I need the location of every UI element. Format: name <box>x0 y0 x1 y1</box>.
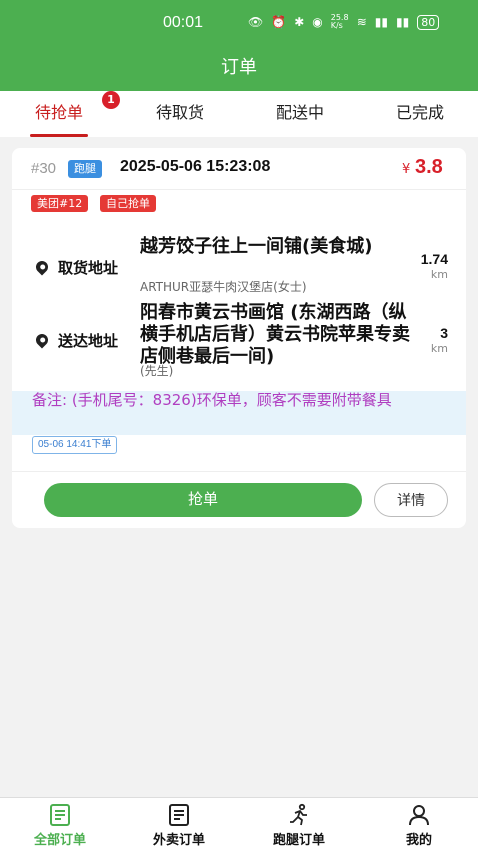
divider <box>12 189 466 190</box>
order-number: #30 <box>31 160 57 177</box>
nav-label: 跑腿订单 <box>272 833 325 848</box>
order-created-time: 2025-05-06 15:23:08 <box>120 158 271 175</box>
delivery-distance-unit: km <box>430 342 448 355</box>
order-note: 备注: (手机尾号：8326)环保单，顾客不需要附带餐具 <box>12 391 466 435</box>
nav-mine[interactable]: 我的 <box>379 803 459 848</box>
location-icon: ◉ <box>312 15 323 29</box>
grab-order-button[interactable]: 抢单 <box>44 483 362 517</box>
tab-completed[interactable]: 已完成 <box>390 91 450 137</box>
delivery-name: 阳春市黄云书画馆 (东湖西路（纵横手机店后背）黄云书院苹果专卖店侧巷最后一间) <box>140 302 410 367</box>
delivery-distance: 3 <box>440 325 448 341</box>
delivery-label: 送达地址 <box>58 332 119 350</box>
net-speed: 25.8 K/s <box>330 13 349 30</box>
pickup-distance-unit: km <box>430 268 448 281</box>
tab-label: 待取货 <box>155 103 204 122</box>
location-pin-icon <box>33 331 51 349</box>
signal-icon-2: ▮▮ <box>396 15 410 29</box>
clock: 00:01 <box>163 14 204 31</box>
runner-icon <box>290 803 307 826</box>
pickup-distance: 1.74 <box>420 251 448 267</box>
tab-pending-pickup[interactable]: 待取货 <box>150 91 210 137</box>
battery-icon: 80 <box>417 14 440 30</box>
order-price: 3.8 <box>415 156 443 178</box>
currency-symbol: ¥ <box>402 162 411 177</box>
order-card: #30 跑腿 2025-05-06 15:23:08 ¥ 3.8 美团#12 自… <box>12 148 466 528</box>
order-type-tag: 跑腿 <box>68 160 102 178</box>
tab-label: 已完成 <box>395 103 444 122</box>
bluetooth-icon: ✱ <box>294 15 305 29</box>
app-header: 00:01 👁 ⏰ ✱ ◉ 25.8 K/s ≋ ▮▮ ▮▮ 80 订单 <box>0 0 478 91</box>
list-icon <box>169 804 189 826</box>
status-icons: 👁 ⏰ ✱ ◉ 25.8 K/s ≋ ▮▮ ▮▮ 80 <box>248 13 440 30</box>
pickup-sub: ARTHUR亚瑟牛肉汉堡店(女士) <box>140 280 307 294</box>
nav-all-orders[interactable]: 全部订单 <box>20 803 100 848</box>
pickup-name: 越芳饺子往上一间铺(美食城) <box>140 236 373 257</box>
signal-icon: ▮▮ <box>374 15 389 29</box>
user-icon <box>409 805 429 826</box>
delivery-sub: (先生) <box>140 364 174 378</box>
tab-label: 待抢单 <box>34 103 83 122</box>
tab-label: 配送中 <box>275 103 324 122</box>
alarm-icon: ⏰ <box>271 15 287 29</box>
wifi-icon: ≋ <box>356 15 367 29</box>
bottom-nav: 全部订单 外卖订单 跑腿订单 我的 <box>0 797 478 850</box>
platform-tag: 美团#12 <box>31 195 89 212</box>
page-title: 订单 <box>221 57 257 78</box>
tab-badge: 1 <box>102 91 120 109</box>
pickup-label: 取货地址 <box>58 259 119 277</box>
active-tab-indicator <box>30 134 88 137</box>
location-pin-icon <box>33 258 51 276</box>
order-time-tag: 05-06 14:41下单 <box>32 436 118 454</box>
tab-pending-grab[interactable]: 待抢单 <box>30 91 88 137</box>
nav-label: 全部订单 <box>33 833 86 848</box>
detail-button[interactable]: 详情 <box>374 483 448 517</box>
eye-icon: 👁 <box>248 15 264 29</box>
tab-delivering[interactable]: 配送中 <box>270 91 330 137</box>
order-tabs: 待抢单 1 待取货 配送中 已完成 <box>0 91 478 137</box>
status-bar: 00:01 👁 ⏰ ✱ ◉ 25.8 K/s ≋ ▮▮ ▮▮ 80 <box>0 0 478 48</box>
nav-takeout-orders[interactable]: 外卖订单 <box>139 803 219 848</box>
nav-errand-orders[interactable]: 跑腿订单 <box>259 803 339 848</box>
grab-mode-tag: 自己抢单 <box>100 195 156 212</box>
nav-label: 我的 <box>405 833 432 848</box>
divider <box>12 471 466 472</box>
nav-label: 外卖订单 <box>152 833 205 848</box>
list-icon <box>50 804 70 826</box>
